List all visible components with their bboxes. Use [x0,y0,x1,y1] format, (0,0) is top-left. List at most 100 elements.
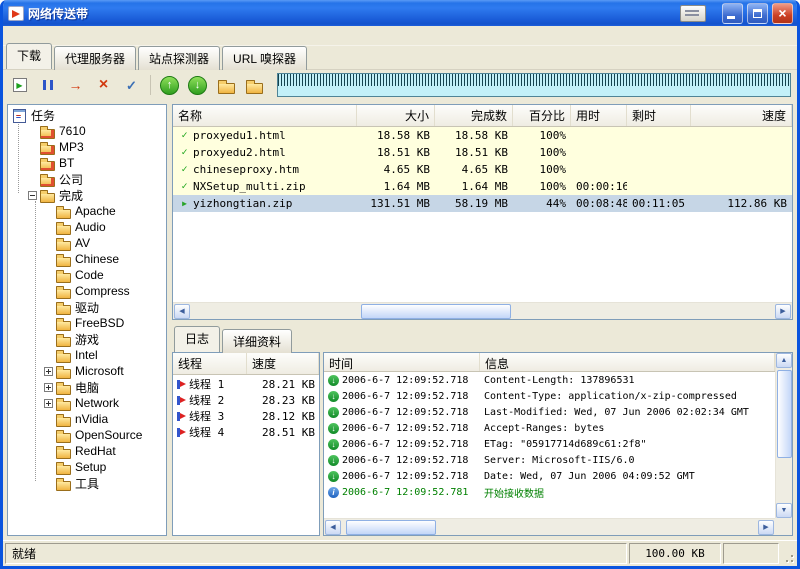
main-tab[interactable]: URL 嗅探器 [222,46,307,70]
menu-item[interactable] [19,34,33,38]
scroll-left-button[interactable]: ◀ [174,304,190,319]
scroll-left-button[interactable]: ◀ [325,520,341,535]
thread-row[interactable]: 线程 4 28.51 KB [173,423,319,439]
tree-item[interactable]: BT [10,155,166,171]
move-up-button[interactable]: ↑ [157,73,182,97]
column-header-speed[interactable]: 速度 [691,105,792,126]
log-row[interactable]: 2006-6-7 12:09:52.781 开始接收数据 [324,484,775,500]
log-time: 2006-6-7 12:09:52.718 [342,471,468,482]
log-time: 2006-6-7 12:09:52.718 [342,455,468,466]
close-button[interactable]: × [772,3,793,24]
log-row[interactable]: 2006-6-7 12:09:52.718 Content-Type: appl… [324,388,775,404]
main-tab[interactable]: 下载 [6,43,52,69]
tree-expand-toggle[interactable] [44,367,53,376]
download-size: 131.51 MB [357,195,435,212]
tree-item[interactable]: 7610 [10,123,166,139]
category-folder-button[interactable] [241,73,266,97]
log-vscrollbar[interactable]: ▲ ▼ [775,353,792,518]
tree-item[interactable]: Chinese [10,251,166,267]
thread-row[interactable]: 线程 2 28.23 KB [173,391,319,407]
maximize-button[interactable] [747,3,768,24]
tree-expand-toggle[interactable] [44,383,53,392]
tree-item[interactable]: 工具 [10,475,166,491]
menu-item[interactable] [33,34,47,38]
column-header-size[interactable]: 大小 [357,105,435,126]
column-header-info[interactable]: 信息 [480,353,775,371]
tree-item[interactable]: Code [10,267,166,283]
main-tab[interactable]: 代理服务器 [54,46,136,70]
log-row[interactable]: 2006-6-7 12:09:52.718 Last-Modified: Wed… [324,404,775,420]
delete-button[interactable]: × [91,73,116,97]
hscroll-thumb[interactable] [346,520,436,535]
vscroll-thumb[interactable] [777,370,792,458]
tree-item[interactable]: nVidia [10,411,166,427]
column-header-thread-speed[interactable]: 速度 [247,353,319,374]
bottom-tab[interactable]: 详细资料 [222,329,292,353]
titlebar[interactable]: 网络传送带 × [3,0,797,26]
move-down-button[interactable]: ↓ [185,73,210,97]
tree-item[interactable]: Setup [10,459,166,475]
thread-row[interactable]: 线程 3 28.12 KB [173,407,319,423]
tree-item[interactable]: MP3 [10,139,166,155]
scroll-right-button[interactable]: ▶ [775,304,791,319]
tree-item[interactable]: 任务 [10,107,166,123]
download-row[interactable]: proxyedu2.html 18.51 KB 18.51 KB 100% [173,144,792,161]
tree-item[interactable]: Intel [10,347,166,363]
column-header-remaining[interactable]: 剩时 [627,105,691,126]
resize-grip[interactable] [781,543,795,564]
tree-item[interactable]: Microsoft [10,363,166,379]
log-row[interactable]: 2006-6-7 12:09:52.718 ETag: "05917714d68… [324,436,775,452]
tree-item[interactable]: FreeBSD [10,315,166,331]
column-header-name[interactable]: 名称 [173,105,357,126]
scroll-up-button[interactable]: ▲ [776,353,792,368]
tree-item[interactable]: Network [10,395,166,411]
column-header-done[interactable]: 完成数 [435,105,513,126]
confirm-button[interactable]: ✓ [119,73,144,97]
thread-row[interactable]: 线程 1 28.21 KB [173,375,319,391]
column-header-elapsed[interactable]: 用时 [571,105,627,126]
resume-button[interactable]: → [63,73,88,97]
log-hscrollbar[interactable]: ◀ ▶ [324,518,775,535]
log-row[interactable]: 2006-6-7 12:09:52.718 Date: Wed, 07 Jun … [324,468,775,484]
column-header-percent[interactable]: 百分比 [513,105,571,126]
downloads-hscrollbar[interactable]: ◀ ▶ [173,302,792,319]
column-header-time[interactable]: 时间 [324,353,480,371]
tree-item[interactable]: Apache [10,203,166,219]
tree-expand-toggle[interactable] [44,399,53,408]
tree-item[interactable]: 驱动 [10,299,166,315]
log-row[interactable]: 2006-6-7 12:09:52.718 Server: Microsoft-… [324,452,775,468]
app-icon[interactable] [8,6,24,21]
tree-item[interactable]: RedHat [10,443,166,459]
menu-item[interactable] [47,34,61,38]
pause-button[interactable] [35,73,60,97]
minimize-button[interactable] [722,3,743,24]
bottom-tab[interactable]: 日志 [174,326,220,352]
download-percent: 44% [513,195,571,212]
tree-item[interactable]: AV [10,235,166,251]
open-folder-button[interactable] [213,73,238,97]
tree-item[interactable]: 公司 [10,171,166,187]
log-row[interactable]: 2006-6-7 12:09:52.718 Content-Length: 13… [324,372,775,388]
download-row[interactable]: yizhongtian.zip 131.51 MB 58.19 MB 44% 0… [173,195,792,212]
tree-item[interactable]: Compress [10,283,166,299]
menu-item[interactable] [5,34,19,38]
tree-item[interactable]: 游戏 [10,331,166,347]
tree-item[interactable]: OpenSource [10,427,166,443]
scroll-down-button[interactable]: ▼ [776,503,792,518]
download-row[interactable]: proxyedu1.html 18.58 KB 18.58 KB 100% [173,127,792,144]
download-row[interactable]: NXSetup_multi.zip 1.64 MB 1.64 MB 100% 0… [173,178,792,195]
titlebar-widget-icon[interactable] [680,5,706,22]
column-header-thread[interactable]: 线程 [173,353,247,374]
tree-item-label: 工具 [75,475,99,492]
download-row[interactable]: chineseproxy.htm 4.65 KB 4.65 KB 100% [173,161,792,178]
scroll-right-button[interactable]: ▶ [758,520,774,535]
new-task-button[interactable]: ▶ [7,73,32,97]
tree-expand-toggle[interactable] [28,191,37,200]
tree-item[interactable]: 完成 [10,187,166,203]
menu-item[interactable] [61,34,75,38]
log-row[interactable]: 2006-6-7 12:09:52.718 Accept-Ranges: byt… [324,420,775,436]
tree-item[interactable]: 电脑 [10,379,166,395]
hscroll-thumb[interactable] [361,304,511,319]
tree-item[interactable]: Audio [10,219,166,235]
main-tab[interactable]: 站点探测器 [138,46,220,70]
